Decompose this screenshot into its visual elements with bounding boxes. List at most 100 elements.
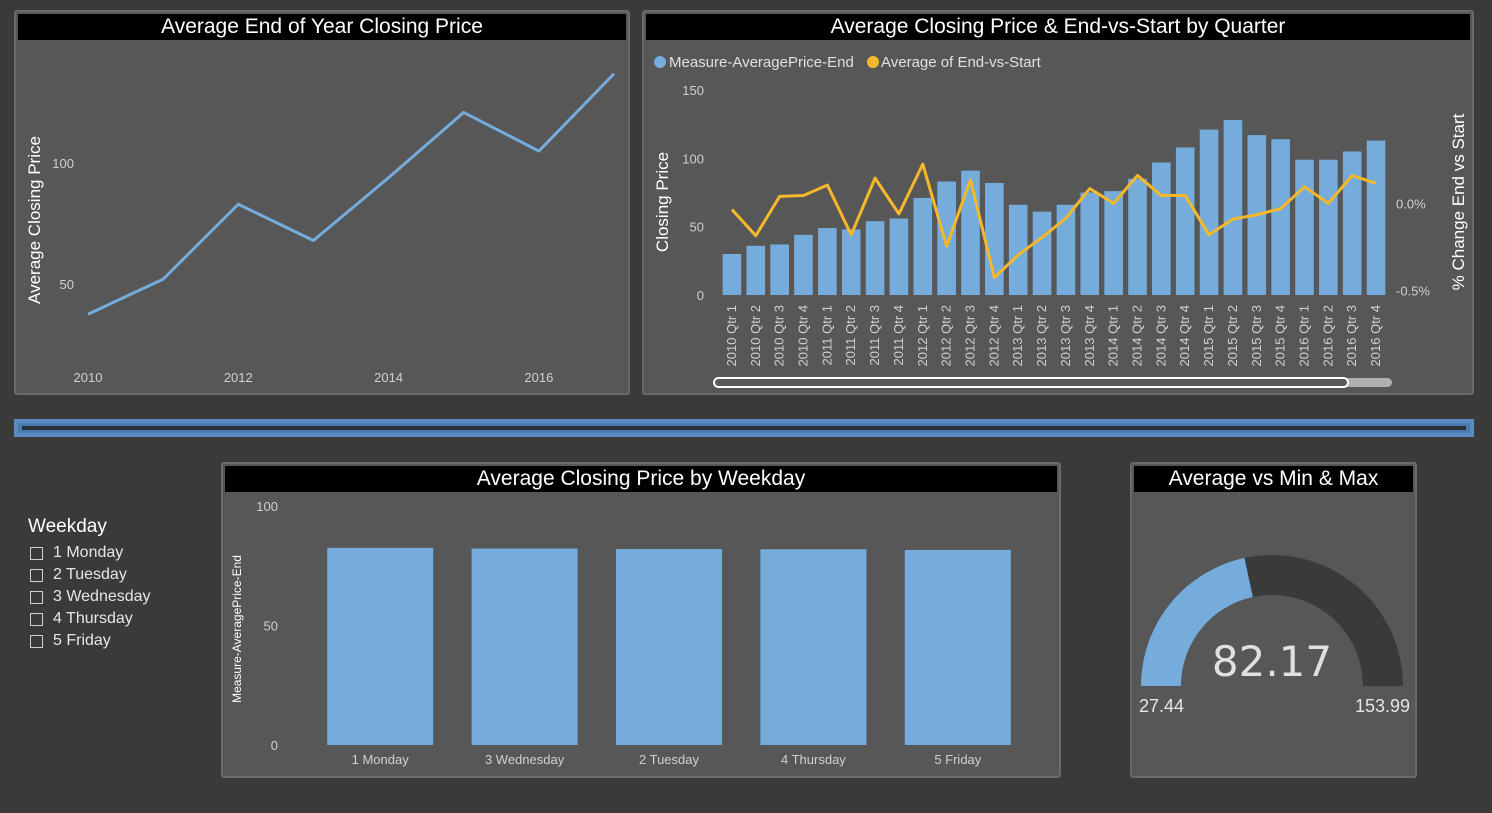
x-tick-label: 2016 Qtr 2 [1320,305,1335,366]
quarter-bar [722,254,742,295]
x-tick-label: 1 Monday [352,752,410,767]
legend-label-price: Measure-AveragePrice-End [669,54,854,71]
quarter-bar [1223,120,1243,295]
y-axis-title: Closing Price [653,152,672,252]
x-tick-label: 2012 [224,370,253,385]
y-tick-label: 100 [256,499,278,514]
y-tick-label: 50 [264,619,278,634]
slicer-item-label: 3 Wednesday [53,588,151,605]
x-tick-label: 2016 Qtr 3 [1344,305,1359,366]
quarter-bar [1319,159,1338,295]
quarter-bar [1104,191,1123,295]
x-tick-label: 2015 Qtr 3 [1249,305,1264,366]
quarter-bar [1175,147,1195,295]
x-tick-label: 2011 Qtr 1 [819,305,834,365]
checkbox-icon[interactable] [30,568,43,582]
quarter-bar [1295,159,1314,295]
y-axis-title: Measure-AveragePrice-End [230,555,244,703]
slicer-title: Weekday [28,516,107,537]
x-tick-label: 3 Wednesday [485,752,565,767]
x-tick-label: 2014 Qtr 3 [1153,305,1168,366]
x-tick-label: 4 Thursday [781,752,846,767]
x-tick-label: 2012 Qtr 4 [986,305,1001,366]
gauge-panel: Average vs Min & Max 82.17 27.44 153.99 [1130,462,1417,778]
weekday-bar [904,549,1011,745]
y-tick-label: 50 [690,220,704,235]
checkbox-icon[interactable] [30,546,43,560]
scrollbar-thumb[interactable] [713,377,1349,388]
quarter-bar [1152,162,1171,295]
quarter-bar [818,228,837,295]
y-tick-label: 50 [60,277,74,292]
quarter-bar [937,181,956,295]
x-tick-label: 2014 [374,370,403,385]
x-tick-label: 2012 Qtr 1 [915,305,930,366]
slicer-item-tuesday[interactable]: 2 Tuesday [28,564,208,586]
x-tick-label: 2013 Qtr 1 [1010,305,1025,366]
quarter-bar [961,170,980,295]
checkbox-icon[interactable] [30,590,43,604]
slicer-item-monday[interactable]: 1 Monday [28,542,208,564]
y2-tick-label: 0.0% [1396,196,1426,211]
x-tick-label: 2015 Qtr 1 [1201,305,1216,366]
gauge-value: 82.17 [1212,637,1332,686]
slicer-item-label: 1 Monday [53,544,124,561]
x-tick-label: 2016 Qtr 1 [1297,305,1312,366]
legend-marker-price [654,56,666,68]
slicer-item-wednesday[interactable]: 3 Wednesday [28,586,208,608]
quarterly-combo-chart: Measure-AveragePrice-End Average of End-v… [653,54,1468,388]
slicer-item-thursday[interactable]: 4 Thursday [28,608,208,630]
x-tick-label: 2013 Qtr 2 [1034,305,1049,366]
quarter-bar [841,229,861,295]
quarter-bar [889,218,909,295]
x-tick-label: 2010 Qtr 3 [772,305,787,366]
quarter-bar [1032,211,1052,295]
slicer-item-label: 2 Tuesday [53,566,127,583]
x-tick-label: 2014 Qtr 1 [1106,305,1121,366]
gauge-max-label: 153.99 [1355,696,1410,716]
weekday-bar [327,547,434,745]
x-tick-label: 2011 Qtr 3 [867,305,882,365]
x-tick-label: 2011 Qtr 4 [891,305,906,365]
quarter-bar [1199,129,1219,295]
x-tick-label: 2013 Qtr 4 [1082,305,1097,366]
quarterly-combo-chart-panel: Average Closing Price & End-vs-Start by … [642,10,1474,395]
x-tick-label: 2010 Qtr 2 [748,305,763,366]
slicer-item-friday[interactable]: 5 Friday [28,630,208,652]
quarter-bar [1342,151,1362,295]
weekday-bar [616,549,722,745]
y-tick-label: 0 [697,288,704,303]
quarter-bar [746,245,766,295]
y-tick-label: 150 [682,83,704,98]
quarter-bar [1128,178,1147,295]
y-axis-title: Average Closing Price [25,136,44,304]
quarter-bar [865,221,885,295]
checkbox-icon[interactable] [30,634,43,648]
slicer-item-label: 5 Friday [53,632,111,649]
quarter-bar [1366,140,1386,295]
legend-marker-change [867,56,879,68]
x-tick-label: 2013 Qtr 3 [1058,305,1073,366]
y-tick-label: 0 [271,738,278,753]
x-tick-label: 2014 Qtr 2 [1130,305,1145,366]
gauge-min-label: 27.44 [1139,696,1184,716]
y-tick-label: 100 [52,156,74,171]
price-line [87,72,616,316]
weekday-bar [471,548,578,745]
slicer-item-label: 4 Thursday [53,610,133,627]
gauge-chart: 82.17 27.44 153.99 [1139,555,1410,716]
x-tick-label: 2016 [524,370,553,385]
x-tick-label: 2014 Qtr 4 [1177,305,1192,366]
x-tick-label: 2011 Qtr 2 [843,305,858,365]
x-tick-label: 2016 Qtr 4 [1368,305,1383,366]
weekday-slicer: Weekday 1 Monday 2 Tuesday 3 Wednesday 4… [28,516,208,652]
quarter-bar [1271,139,1290,295]
weekday-bar-chart-panel: Average Closing Price by Weekday 0 50 100 1… [221,462,1061,778]
x-tick-label: 2010 Qtr 1 [724,305,739,366]
weekday-bar-chart: 0 50 100 1 Monday 3 Wednesday 2 Tuesday 4 Thur… [230,499,1011,767]
quarter-bar [913,197,933,295]
checkbox-icon[interactable] [30,612,43,626]
quarter-bar [794,234,813,295]
y-tick-label: 100 [682,151,704,166]
x-tick-label: 2015 Qtr 2 [1225,305,1240,366]
